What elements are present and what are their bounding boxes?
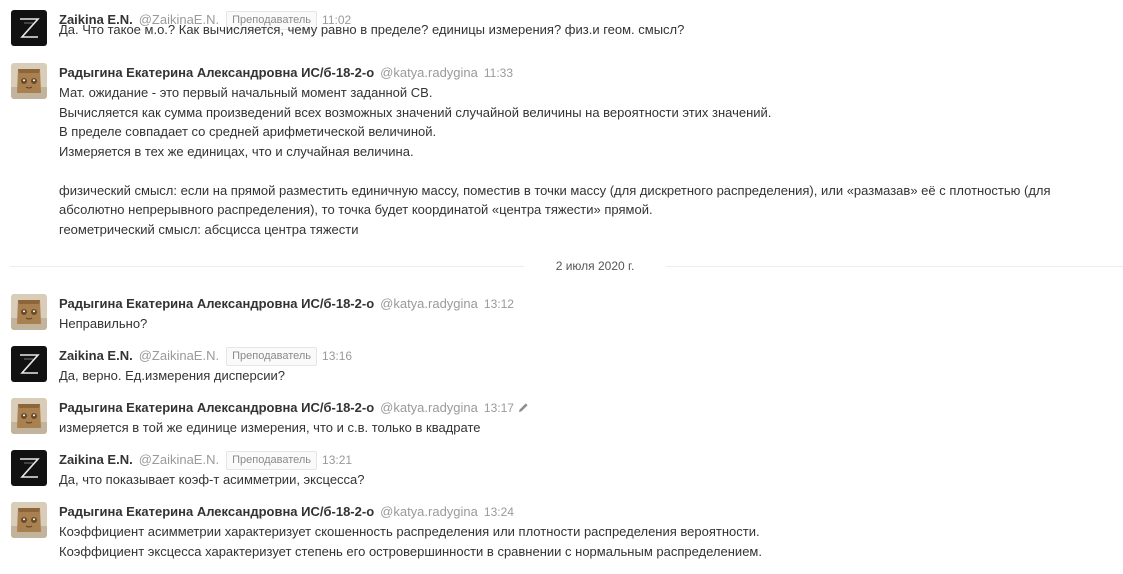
message-text-line: Коэффициент асимметрии характеризует ско… xyxy=(59,524,760,539)
message-header: Zaikina E.N. @ZaikinaE.N. Преподаватель 13:… xyxy=(59,450,352,470)
message-timestamp[interactable]: 11:33 xyxy=(484,66,513,80)
author-name[interactable]: Zaikina E.N. xyxy=(59,348,133,363)
divider-line-right xyxy=(666,266,1123,267)
message-header: Zaikina E.N. @ZaikinaE.N. Преподаватель 13:… xyxy=(59,346,352,366)
message-text-line: абсолютно непрерывного распределения), т… xyxy=(59,202,653,217)
avatar-teacher[interactable] xyxy=(11,450,47,486)
author-handle[interactable]: @ZaikinaE.N. xyxy=(139,348,219,363)
role-badge: Преподаватель xyxy=(226,451,318,470)
message-text-line: Мат. ожидание - это первый начальный мом… xyxy=(59,85,433,100)
author-name[interactable]: Радыгина Екатерина Александровна ИС/б-18… xyxy=(59,504,374,519)
message-text-line: измеряется в той же единице измерения, ч… xyxy=(59,420,481,435)
message-text-line: физический смысл: если на прямой размест… xyxy=(59,182,1051,198)
message-body: измеряется в той же единице измерения, ч… xyxy=(59,418,1114,438)
message-body: Неправильно? xyxy=(59,314,1114,334)
message-text-line: Коэффициент эксцесса характеризует степе… xyxy=(59,543,762,559)
author-handle[interactable]: @katya.radygina xyxy=(380,65,478,80)
message-text-line: геометрический смысл: абсцисса центра тя… xyxy=(59,221,359,237)
message-body: Да, что показывает коэф-т асимметрии, эк… xyxy=(59,470,1114,490)
avatar-student[interactable] xyxy=(11,63,47,99)
date-divider-label: 2 июля 2020 г. xyxy=(555,259,635,273)
message-body: Да. Что такое м.о.? Как вычисляется, чем… xyxy=(59,20,1114,40)
message-body: Коэффициент асимметрии характеризует ско… xyxy=(59,522,1114,561)
message-timestamp[interactable]: 13:16 xyxy=(322,349,352,363)
divider-line-left xyxy=(10,266,524,267)
avatar-student[interactable] xyxy=(11,294,47,330)
message-timestamp[interactable]: 13:24 xyxy=(484,505,514,519)
date-divider: 2 июля 2020 г. xyxy=(0,256,1123,276)
message-text-line: Да, что показывает коэф-т асимметрии, эк… xyxy=(59,472,365,487)
message-text-line: Вычисляется как сумма произведений всех … xyxy=(59,104,772,120)
message-header: Радыгина Екатерина Александровна ИС/б-18… xyxy=(59,398,529,418)
avatar-student[interactable] xyxy=(11,398,47,434)
author-handle[interactable]: @ZaikinaE.N. xyxy=(139,452,219,467)
author-name[interactable]: Zaikina E.N. xyxy=(59,452,133,467)
message-body: Да, верно. Ед.измерения дисперсии? xyxy=(59,366,1114,386)
message-timestamp[interactable]: 13:21 xyxy=(322,453,352,467)
author-handle[interactable]: @katya.radygina xyxy=(380,504,478,519)
message-text-line xyxy=(59,161,1114,181)
message-timestamp[interactable]: 13:17 xyxy=(484,401,514,415)
avatar-teacher[interactable] xyxy=(11,10,47,46)
message-text-line: Измеряется в тех же единицах, что и случ… xyxy=(59,143,414,159)
edited-pencil-icon xyxy=(518,399,529,419)
message-text-line: В пределе совпадает со средней арифметич… xyxy=(59,124,437,139)
author-handle[interactable]: @katya.radygina xyxy=(380,296,478,311)
author-handle[interactable]: @katya.radygina xyxy=(380,400,478,415)
message-header: Радыгина Екатерина Александровна ИС/б-18… xyxy=(59,294,514,314)
author-name[interactable]: Радыгина Екатерина Александровна ИС/б-18… xyxy=(59,296,374,311)
chat-message-list: 2 июля 2020 г. Zaikina E.N. @ZaikinaE.N. П… xyxy=(0,0,1123,574)
message-text-line: Неправильно? xyxy=(59,316,148,331)
role-badge: Преподаватель xyxy=(226,347,318,366)
avatar-student[interactable] xyxy=(11,502,47,538)
message-header: Радыгина Екатерина Александровна ИС/б-18… xyxy=(59,502,514,522)
message-header: Радыгина Екатерина Александровна ИС/б-18… xyxy=(59,63,513,83)
message-body: Мат. ожидание - это первый начальный мом… xyxy=(59,83,1114,239)
message-text-line: Да, верно. Ед.измерения дисперсии? xyxy=(59,368,286,383)
message-timestamp[interactable]: 13:12 xyxy=(484,297,514,311)
avatar-teacher[interactable] xyxy=(11,346,47,382)
message-text-line: Да. Что такое м.о.? Как вычисляется, чем… xyxy=(59,22,685,37)
author-name[interactable]: Радыгина Екатерина Александровна ИС/б-18… xyxy=(59,65,374,80)
author-name[interactable]: Радыгина Екатерина Александровна ИС/б-18… xyxy=(59,400,374,415)
